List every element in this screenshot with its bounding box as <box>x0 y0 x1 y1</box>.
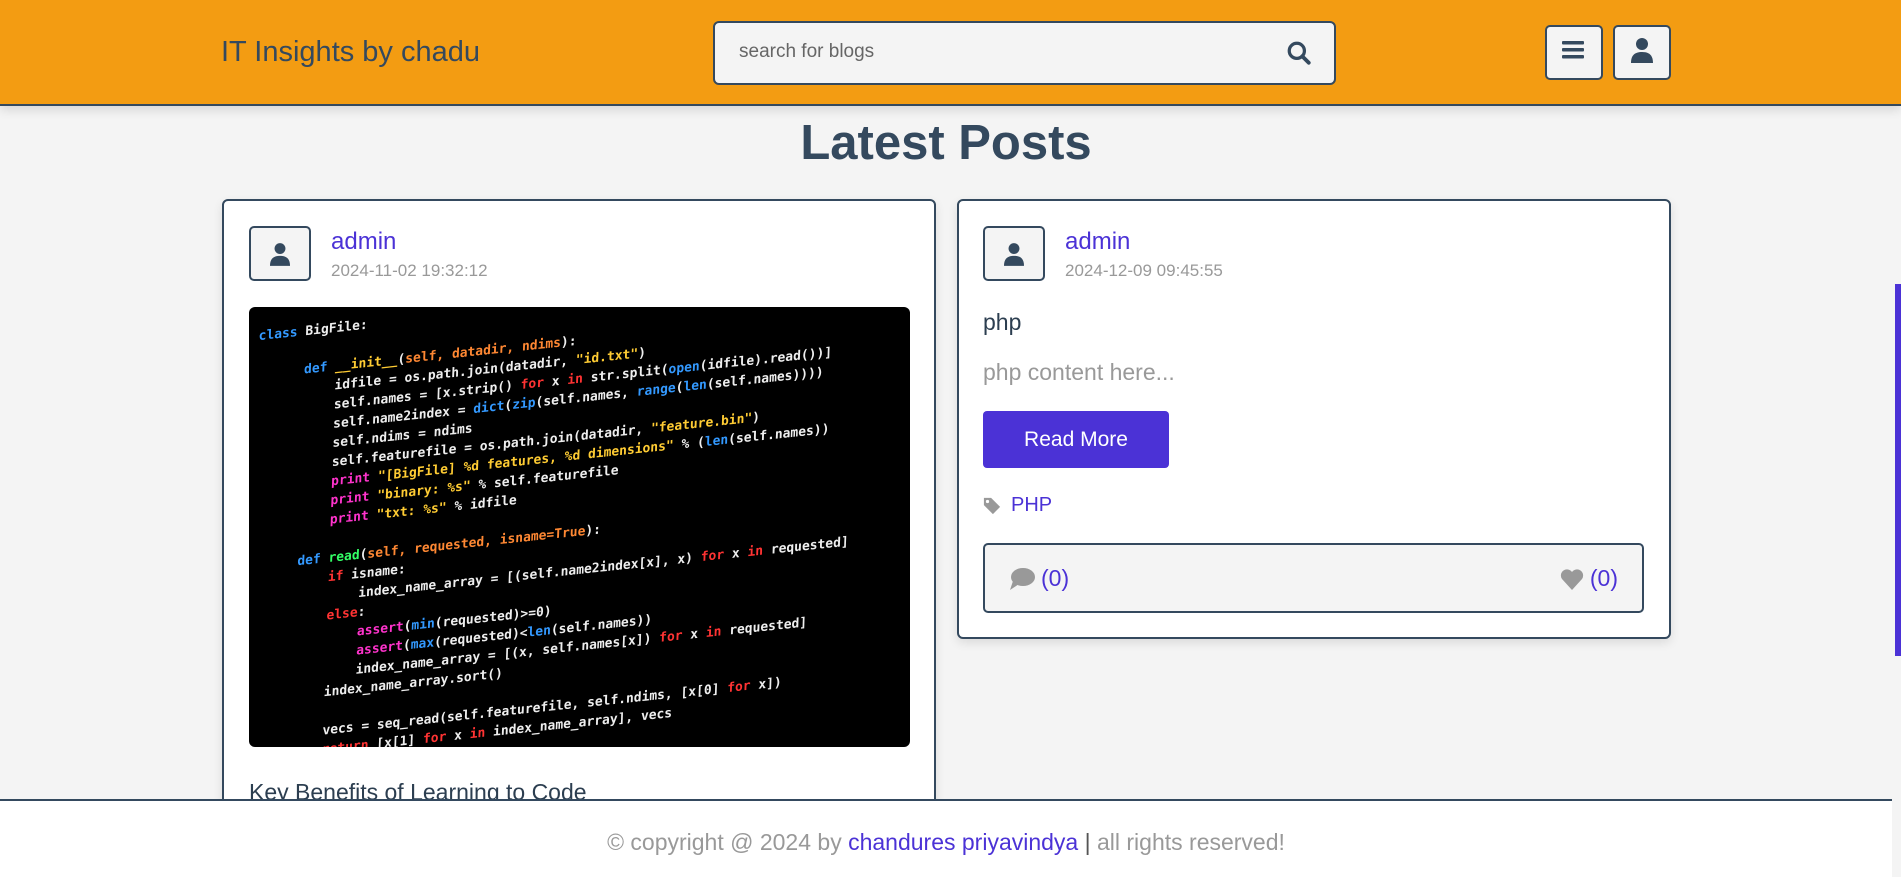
user-icon <box>1004 242 1024 266</box>
post-title[interactable]: php <box>983 309 1021 336</box>
menu-icon <box>1562 39 1586 66</box>
header: IT Insights by chadu <box>0 0 1901 106</box>
page-title: Latest Posts <box>800 116 1092 170</box>
post-stats: (0) (0) <box>983 543 1644 613</box>
post-author[interactable]: admin <box>1065 228 1130 256</box>
likes-value: (0) <box>1589 565 1618 591</box>
post-tag[interactable]: PHP <box>983 494 1052 517</box>
author-link[interactable]: chandures priyavindya <box>848 829 1078 855</box>
search-input[interactable] <box>739 41 1259 63</box>
footer-separator: | <box>1084 829 1091 855</box>
search-icon[interactable] <box>1286 40 1312 71</box>
copyright-text: © copyright @ 2024 by <box>607 829 842 855</box>
avatar <box>249 226 311 281</box>
footer: © copyright @ 2024 by chandures priyavin… <box>0 799 1892 877</box>
comments-count[interactable]: (0) <box>1009 565 1069 592</box>
post-card: admin 2024-11-02 19:32:12 class BigFile:… <box>222 199 936 839</box>
post-excerpt: php content here... <box>983 359 1175 385</box>
comments-value: (0) <box>1041 565 1070 591</box>
avatar <box>983 226 1045 281</box>
heart-icon <box>1560 568 1583 590</box>
tag-icon <box>983 497 1001 514</box>
tag-label: PHP <box>1011 494 1053 516</box>
menu-button[interactable] <box>1545 25 1603 80</box>
rights-text: all rights reserved! <box>1097 829 1285 855</box>
post-card: admin 2024-12-09 09:45:55 php php conten… <box>957 199 1671 639</box>
brand-logo[interactable]: IT Insights by chadu <box>221 36 480 69</box>
scrollbar[interactable] <box>1895 284 1901 656</box>
post-date: 2024-11-02 19:32:12 <box>331 261 488 280</box>
post-author[interactable]: admin <box>331 228 396 256</box>
user-icon <box>1631 37 1653 68</box>
user-button[interactable] <box>1613 25 1671 80</box>
user-icon <box>270 242 290 266</box>
read-more-button[interactable]: Read More <box>983 411 1169 468</box>
post-date: 2024-12-09 09:45:55 <box>1065 261 1223 280</box>
comment-icon <box>1010 567 1035 590</box>
post-image: class BigFile: def __init__(self, datadi… <box>249 307 910 747</box>
search-box <box>713 21 1336 85</box>
likes-count[interactable]: (0) <box>1560 565 1618 592</box>
